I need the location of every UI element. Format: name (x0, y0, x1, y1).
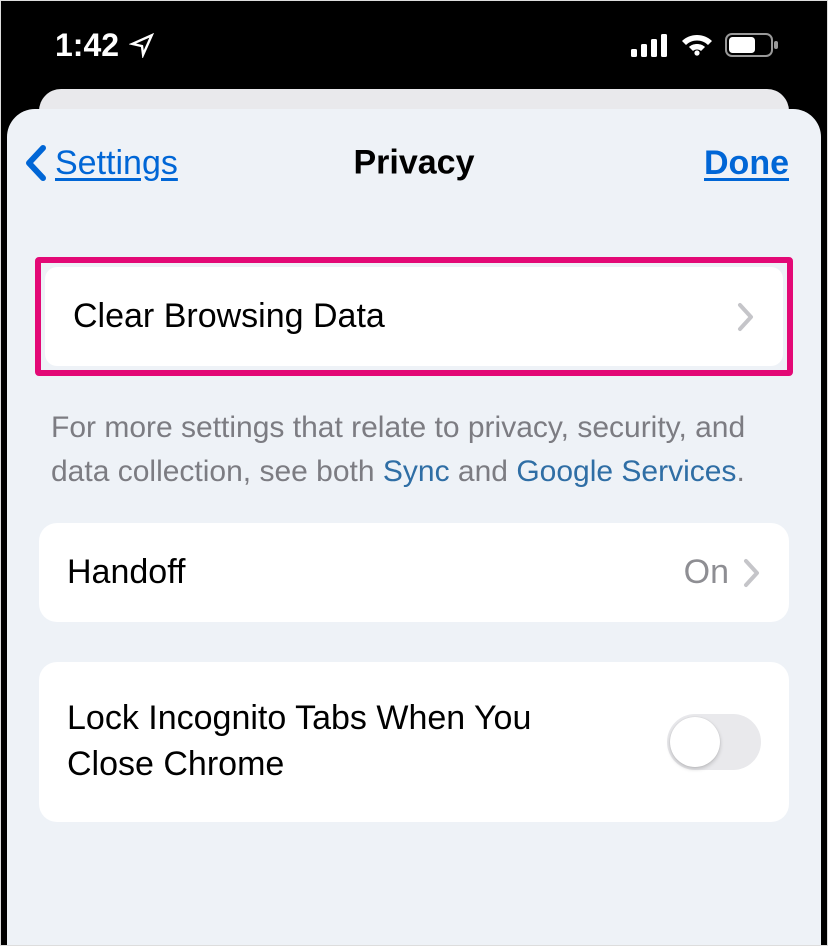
section-footer-text: For more settings that relate to privacy… (7, 376, 821, 523)
google-services-link[interactable]: Google Services (516, 455, 736, 488)
signal-icon (631, 33, 669, 57)
cell-value: On (684, 553, 729, 592)
wifi-icon (681, 33, 713, 57)
status-bar: 1:42 (1, 1, 827, 89)
chevron-left-icon (23, 144, 49, 182)
nav-bar: Settings Privacy Done (7, 109, 821, 217)
toggle-knob (670, 717, 720, 767)
footer-text-suffix: . (736, 455, 744, 488)
status-time: 1:42 (55, 27, 119, 64)
clear-browsing-data-cell[interactable]: Clear Browsing Data (45, 267, 783, 366)
cell-label: Handoff (67, 553, 185, 592)
battery-icon (725, 32, 779, 58)
annotation-highlight: Clear Browsing Data (35, 257, 793, 376)
cell-label: Lock Incognito Tabs When You Close Chrom… (67, 696, 587, 788)
chevron-right-icon (743, 558, 761, 588)
page-title: Privacy (354, 144, 475, 183)
back-button[interactable]: Settings (23, 144, 178, 183)
back-label: Settings (55, 144, 178, 183)
location-icon (129, 32, 155, 58)
lock-incognito-cell[interactable]: Lock Incognito Tabs When You Close Chrom… (39, 662, 789, 822)
done-button[interactable]: Done (704, 144, 789, 183)
footer-text-mid: and (450, 455, 517, 488)
privacy-settings-sheet: Settings Privacy Done Clear Browsing Dat… (7, 109, 821, 945)
handoff-cell[interactable]: Handoff On (39, 523, 789, 622)
sync-link[interactable]: Sync (383, 455, 450, 488)
cell-label: Clear Browsing Data (73, 297, 385, 336)
lock-incognito-toggle[interactable] (667, 714, 761, 770)
chevron-right-icon (737, 302, 755, 332)
